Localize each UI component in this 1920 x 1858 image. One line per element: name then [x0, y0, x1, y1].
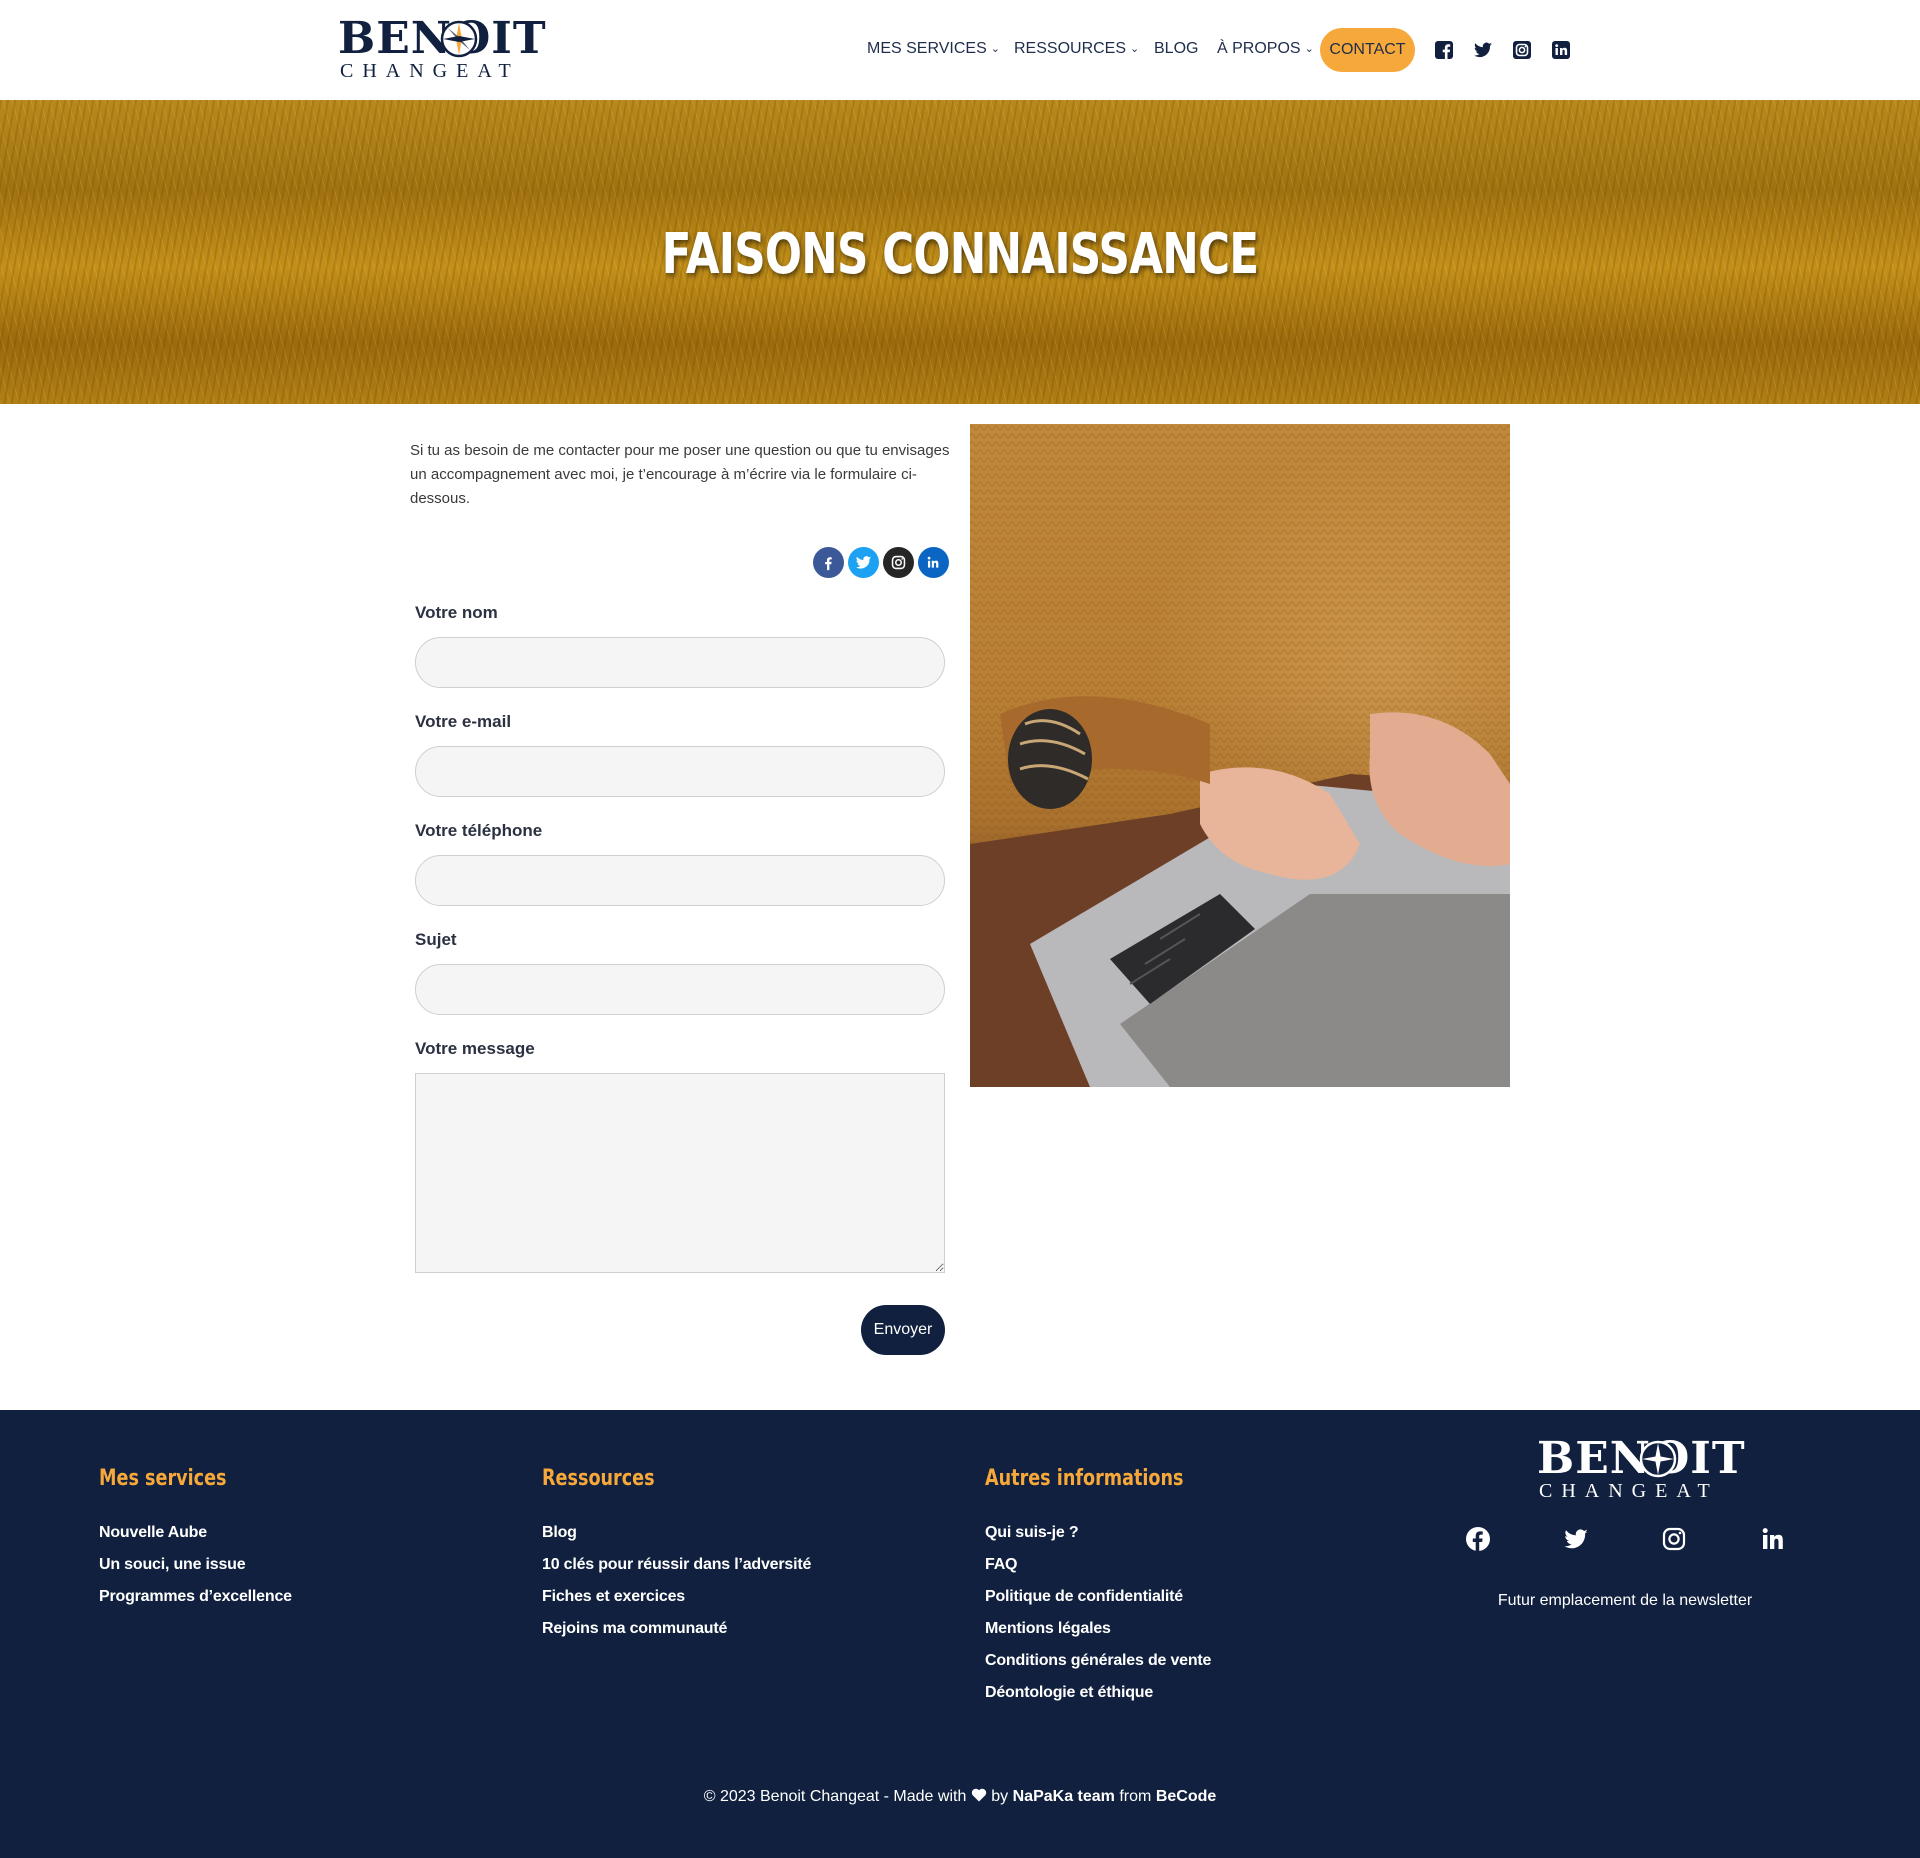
- site-footer: Mes services Nouvelle Aube Un souci, une…: [0, 1410, 1920, 1858]
- twitter-icon[interactable]: [1473, 40, 1493, 60]
- nav-item-a-propos[interactable]: À PROPOS ⌄: [1217, 40, 1314, 58]
- team-link[interactable]: NaPaKa team: [1013, 1788, 1115, 1805]
- nav-item-label: MES SERVICES: [867, 40, 987, 57]
- footer-title-ressources: Ressources: [542, 1466, 655, 1491]
- footer-link[interactable]: Un souci, une issue: [99, 1556, 246, 1574]
- chevron-down-icon: ⌄: [1304, 43, 1314, 55]
- footer-title-autres: Autres informations: [985, 1466, 1184, 1491]
- message-textarea[interactable]: [415, 1073, 945, 1273]
- share-twitter-button[interactable]: [848, 547, 879, 578]
- name-label: Votre nom: [415, 603, 498, 622]
- footer-link[interactable]: Qui suis-je ?: [985, 1524, 1079, 1542]
- instagram-icon[interactable]: [1661, 1526, 1687, 1552]
- footer-title-services: Mes services: [99, 1466, 227, 1491]
- nav-item-label: RESSOURCES: [1014, 40, 1127, 57]
- copyright-from: from: [1119, 1788, 1152, 1805]
- contact-intro-text: Si tu as besoin de me contacter pour me …: [410, 442, 950, 507]
- becode-link[interactable]: BeCode: [1156, 1788, 1216, 1805]
- footer-link[interactable]: FAQ: [985, 1556, 1017, 1574]
- email-field[interactable]: [415, 746, 945, 797]
- message-label: Votre message: [415, 1039, 535, 1058]
- twitter-icon[interactable]: [1563, 1526, 1589, 1552]
- facebook-icon: [825, 557, 832, 571]
- nav-item-mes-services[interactable]: MES SERVICES ⌄: [867, 40, 1000, 58]
- laptop-typing-photo: [970, 424, 1510, 1087]
- nav-item-label: À PROPOS: [1217, 40, 1301, 57]
- phone-field[interactable]: [415, 855, 945, 906]
- linkedin-icon[interactable]: [1551, 40, 1571, 60]
- copyright-by: by: [991, 1788, 1009, 1805]
- footer-link[interactable]: 10 clés pour réussir dans l’adversité: [542, 1556, 811, 1574]
- footer-link[interactable]: Déontologie et éthique: [985, 1684, 1153, 1702]
- hero-banner: FAISONS CONNAISSANCE: [0, 100, 1920, 404]
- contact-button[interactable]: CONTACT: [1320, 28, 1415, 72]
- share-instagram-button[interactable]: [883, 547, 914, 578]
- share-linkedin-button[interactable]: [918, 547, 949, 578]
- footer-link[interactable]: Fiches et exercices: [542, 1588, 685, 1606]
- footer-link[interactable]: Programmes d’excellence: [99, 1588, 292, 1606]
- footer-link[interactable]: Politique de confidentialité: [985, 1588, 1183, 1606]
- footer-link[interactable]: Conditions générales de vente: [985, 1652, 1211, 1670]
- copyright-text: © 2023 Benoit Changeat - Made with: [703, 1788, 967, 1805]
- subject-field[interactable]: [415, 964, 945, 1015]
- twitter-icon: [855, 556, 872, 569]
- logo-sub-text: CHANGEAT: [1539, 1480, 1719, 1502]
- laptop-typing-illustration: [970, 424, 1510, 1087]
- copyright: © 2023 Benoit Changeat - Made with by Na…: [0, 1788, 1920, 1806]
- nav-item-label: BLOG: [1154, 40, 1199, 57]
- send-button[interactable]: Envoyer: [861, 1305, 945, 1355]
- compass-icon: [1639, 1440, 1677, 1478]
- nav-item-blog[interactable]: BLOG: [1154, 40, 1198, 58]
- page-title: FAISONS CONNAISSANCE: [661, 222, 1259, 287]
- footer-link[interactable]: Rejoins ma communauté: [542, 1620, 727, 1638]
- heart-icon: [971, 1788, 986, 1802]
- facebook-icon[interactable]: [1434, 40, 1454, 60]
- linkedin-icon: [927, 556, 939, 568]
- linkedin-icon[interactable]: [1760, 1526, 1786, 1552]
- main-nav: MES SERVICES ⌄ RESSOURCES ⌄ BLOG À PROPOS ⌄…: [0, 28, 1920, 72]
- phone-label: Votre téléphone: [415, 821, 543, 840]
- footer-link[interactable]: Nouvelle Aube: [99, 1524, 207, 1542]
- subject-label: Sujet: [415, 930, 457, 949]
- instagram-icon[interactable]: [1512, 40, 1532, 60]
- chevron-down-icon: ⌄: [990, 43, 1000, 55]
- email-label: Votre e-mail: [415, 712, 512, 731]
- footer-link[interactable]: Blog: [542, 1524, 577, 1542]
- name-field[interactable]: [415, 637, 945, 688]
- site-header: BENOIT CHANGEAT MES SERVICES⌄ RESSOURCES…: [0, 0, 1920, 100]
- newsletter-placeholder: Futur emplacement de la newsletter: [1497, 1592, 1753, 1609]
- footer-logo[interactable]: BENOIT CHANGEAT: [1537, 1436, 1745, 1503]
- share-facebook-button[interactable]: [813, 547, 844, 578]
- chevron-down-icon: ⌄: [1130, 43, 1140, 55]
- facebook-icon[interactable]: [1465, 1526, 1491, 1552]
- footer-link[interactable]: Mentions légales: [985, 1620, 1111, 1638]
- nav-item-ressources[interactable]: RESSOURCES ⌄: [1014, 40, 1139, 58]
- instagram-icon: [891, 555, 906, 570]
